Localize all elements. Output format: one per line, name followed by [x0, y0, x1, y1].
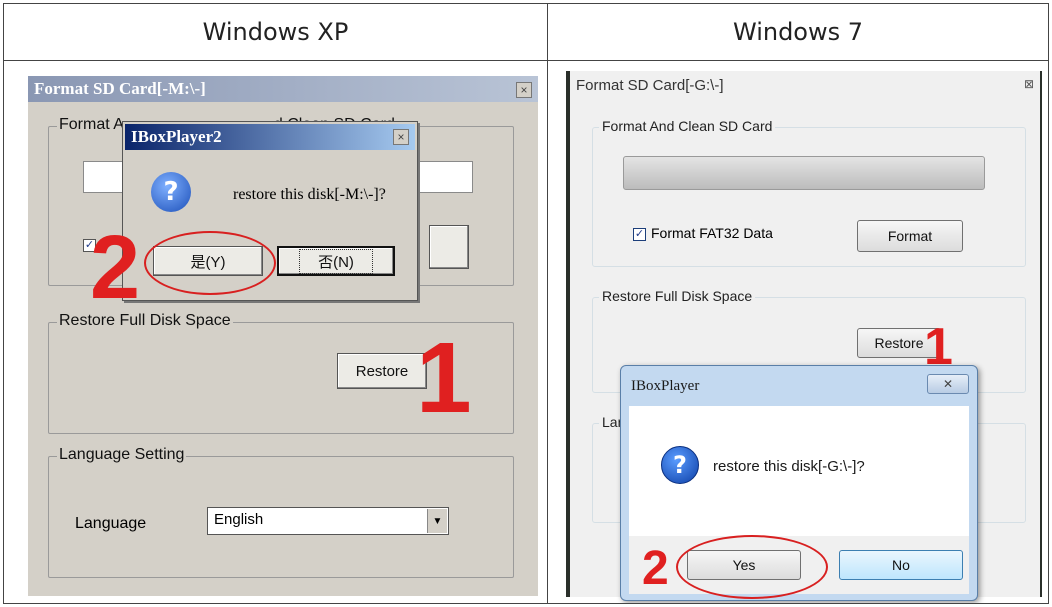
w7-progress-bar [623, 156, 985, 190]
xp-yes-highlight-ellipse [144, 231, 276, 295]
xp-language-label: Language [75, 515, 147, 532]
header-windows-xp-label: Windows XP [202, 18, 349, 46]
xp-language-select[interactable]: English ▼ [207, 507, 449, 535]
w7-dialog-message: restore this disk[-G:\-]? [713, 458, 865, 475]
w7-no-button[interactable]: No [839, 550, 963, 580]
xp-dialog-close-icon[interactable]: × [393, 129, 409, 145]
w7-restore-group-label: Restore Full Disk Space [599, 288, 756, 304]
xp-dialog-titlebar: IBoxPlayer2 [125, 124, 415, 150]
w7-restore-button-label: Restore [874, 335, 924, 351]
w7-format-checkbox[interactable]: ✓ [633, 228, 646, 241]
w7-window-title: Format SD Card[-G:\-] [576, 77, 724, 94]
xp-step-1-annotation: 1 [416, 322, 472, 434]
w7-dialog-title: IBoxPlayer [631, 378, 700, 394]
w7-step-2-annotation: 2 [642, 542, 669, 595]
w7-dialog-body: ? restore this disk[-G:\-]? [629, 406, 969, 536]
xp-dialog-title: IBoxPlayer2 [131, 127, 222, 146]
xp-language-group-label: Language Setting [57, 446, 187, 464]
xp-no-button[interactable]: 否(N) [277, 246, 395, 276]
xp-dialog-message: restore this disk[-M:\-]? [233, 186, 386, 203]
xp-language-value: English [214, 511, 264, 528]
w7-window-close-icon[interactable]: ⊠ [1022, 77, 1036, 91]
w7-window-titlebar: Format SD Card[-G:\-] [570, 71, 1040, 101]
w7-yes-highlight-ellipse [676, 535, 828, 599]
windows-xp-cell: Format SD Card[-M:\-] × Format Ad Clean … [3, 60, 548, 604]
xp-window-title: Format SD Card[-M:\-] [34, 79, 206, 98]
w7-no-button-label: No [892, 557, 910, 573]
w7-dialog-close-icon[interactable]: ✕ [927, 374, 969, 394]
xp-window-close-icon[interactable]: × [516, 82, 532, 98]
xp-window-titlebar: Format SD Card[-M:\-] [28, 76, 538, 102]
question-icon: ? [661, 446, 699, 484]
chevron-down-icon[interactable]: ▼ [427, 509, 447, 533]
comparison-table: Windows XP Windows 7 Format SD Card[-M:\… [0, 0, 1052, 607]
header-windows-7: Windows 7 [547, 3, 1049, 61]
xp-language-group: Language Setting Language English ▼ [48, 446, 514, 578]
w7-format-group: Format And Clean SD Card ✓ Format FAT32 … [592, 118, 1026, 267]
xp-restore-button[interactable]: Restore [337, 353, 427, 389]
xp-no-button-label: 否(N) [299, 248, 373, 274]
xp-restore-button-label: Restore [355, 362, 409, 380]
windows-7-cell: Format SD Card[-G:\-] ⊠ Format And Clean… [547, 60, 1049, 604]
w7-format-checkbox-label: Format FAT32 Data [651, 225, 773, 241]
w7-format-button-label: Format [887, 228, 933, 244]
header-windows-7-label: Windows 7 [732, 18, 864, 46]
xp-format-button[interactable] [429, 225, 469, 269]
w7-format-group-label: Format And Clean SD Card [599, 118, 776, 134]
w7-format-button[interactable]: Format [857, 220, 963, 252]
xp-restore-group-label: Restore Full Disk Space [57, 312, 233, 330]
header-windows-xp: Windows XP [3, 3, 548, 61]
question-icon: ? [151, 172, 191, 212]
xp-step-2-annotation: 2 [90, 218, 141, 318]
